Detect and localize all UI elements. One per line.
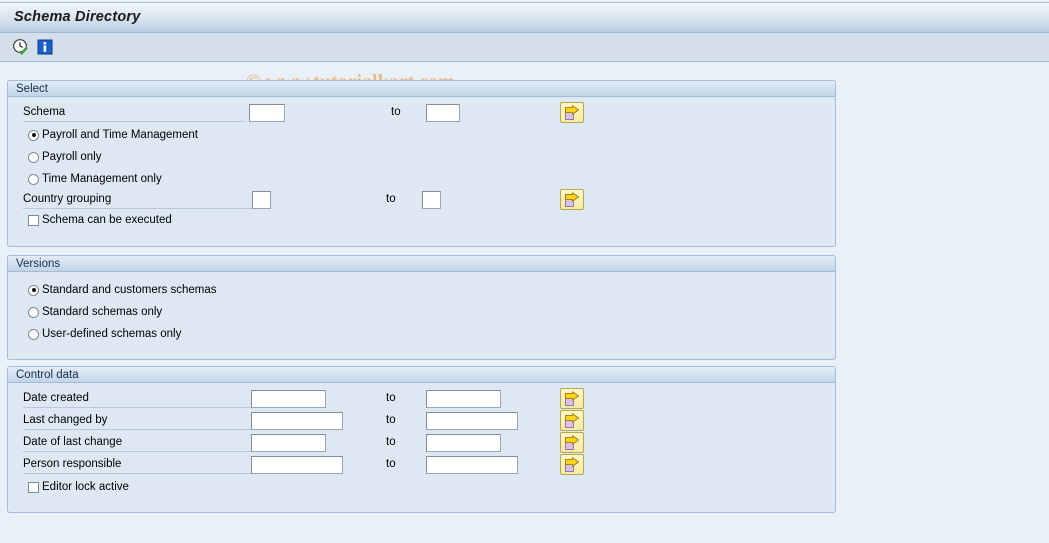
person-responsible-multiple-selection-button[interactable] [560, 454, 584, 475]
last-changed-by-row: Last changed by to [8, 410, 837, 433]
country-grouping-row: Country grouping to [8, 189, 837, 212]
select-group: Select Schema to Payroll and Time Manage… [7, 80, 836, 247]
date-of-last-change-row: Date of last change to [8, 432, 837, 455]
date-of-last-change-label: Date of last change [23, 436, 123, 448]
info-icon[interactable] [36, 38, 54, 56]
last-changed-by-label-underline [23, 429, 251, 430]
schema-label-underline [23, 121, 245, 122]
option-time-management-only[interactable]: Time Management only [28, 170, 162, 188]
date-of-last-change-to-label: to [386, 436, 396, 448]
option-payroll-and-time-management[interactable]: Payroll and Time Management [28, 126, 198, 144]
checkbox-label: Editor lock active [42, 481, 129, 493]
option-label: Standard and customers schemas [42, 284, 217, 296]
date-created-label: Date created [23, 392, 89, 404]
option-standard-and-customers-schemas[interactable]: Standard and customers schemas [28, 281, 217, 299]
date-created-row: Date created to [8, 388, 837, 411]
schema-to-input[interactable] [426, 104, 460, 122]
title-bar: Schema Directory [0, 2, 1049, 33]
versions-group-title: Versions [8, 256, 835, 272]
last-changed-by-to-input[interactable] [426, 412, 518, 430]
country-grouping-to-label: to [386, 193, 396, 205]
toolbar: © www.tutorialkart.com [0, 33, 1049, 93]
option-user-defined-schemas-only[interactable]: User-defined schemas only [28, 325, 181, 343]
last-changed-by-label: Last changed by [23, 414, 108, 426]
schema-from-input[interactable] [249, 104, 285, 122]
execute-icon[interactable] [12, 38, 30, 56]
checkbox-schema-can-be-executed-icon[interactable] [28, 214, 39, 226]
option-label: Standard schemas only [42, 306, 163, 318]
option-label: Payroll and Time Management [42, 129, 198, 141]
country-grouping-to-input[interactable] [422, 191, 441, 209]
select-group-title: Select [8, 81, 835, 97]
radio-standard-schemas-only-icon[interactable] [28, 306, 39, 318]
date-created-to-input[interactable] [426, 390, 501, 408]
date-of-last-change-to-input[interactable] [426, 434, 501, 452]
last-changed-by-to-label: to [386, 414, 396, 426]
country-grouping-from-input[interactable] [252, 191, 271, 209]
schema-label: Schema [23, 106, 66, 118]
option-label: Time Management only [42, 173, 162, 185]
country-grouping-multiple-selection-button[interactable] [560, 189, 584, 210]
option-label: Payroll only [42, 151, 102, 163]
date-of-last-change-from-input[interactable] [251, 434, 326, 452]
date-of-last-change-label-underline [23, 451, 251, 452]
country-grouping-label: Country grouping [23, 193, 112, 205]
date-of-last-change-multiple-selection-button[interactable] [560, 432, 584, 453]
option-standard-schemas-only[interactable]: Standard schemas only [28, 303, 162, 321]
date-created-label-underline [23, 407, 251, 408]
control-data-group-title: Control data [8, 367, 835, 383]
radio-user-defined-schemas-only-icon[interactable] [28, 328, 39, 340]
versions-group: Versions Standard and customers schemas … [7, 255, 836, 360]
radio-time-management-only-icon[interactable] [28, 173, 39, 185]
date-created-to-label: to [386, 392, 396, 404]
schema-row: Schema to [8, 102, 837, 125]
last-changed-by-multiple-selection-button[interactable] [560, 410, 584, 431]
option-label: User-defined schemas only [42, 328, 182, 340]
radio-payroll-only-icon[interactable] [28, 151, 39, 163]
application-window: Schema Directory © www.tutorialkart.com … [0, 0, 1049, 543]
radio-payroll-and-time-management-icon[interactable] [28, 129, 39, 141]
person-responsible-to-label: to [386, 458, 396, 470]
checkbox-editor-lock-active-icon[interactable] [28, 481, 39, 493]
radio-standard-and-customers-schemas-icon[interactable] [28, 284, 39, 296]
checkbox-schema-can-be-executed[interactable]: Schema can be executed [28, 211, 172, 229]
person-responsible-row: Person responsible to [8, 454, 837, 477]
schema-multiple-selection-button[interactable] [560, 102, 584, 123]
option-payroll-only[interactable]: Payroll only [28, 148, 101, 166]
checkbox-label: Schema can be executed [42, 214, 172, 226]
person-responsible-from-input[interactable] [251, 456, 343, 474]
date-created-multiple-selection-button[interactable] [560, 388, 584, 409]
page-title: Schema Directory [14, 9, 141, 25]
person-responsible-to-input[interactable] [426, 456, 518, 474]
country-grouping-label-underline [23, 208, 252, 209]
person-responsible-label: Person responsible [23, 458, 122, 470]
last-changed-by-from-input[interactable] [251, 412, 343, 430]
person-responsible-label-underline [23, 473, 251, 474]
control-data-group: Control data Date created to Last change… [7, 366, 836, 513]
checkbox-editor-lock-active[interactable]: Editor lock active [28, 478, 129, 496]
schema-to-label: to [391, 106, 401, 118]
date-created-from-input[interactable] [251, 390, 326, 408]
